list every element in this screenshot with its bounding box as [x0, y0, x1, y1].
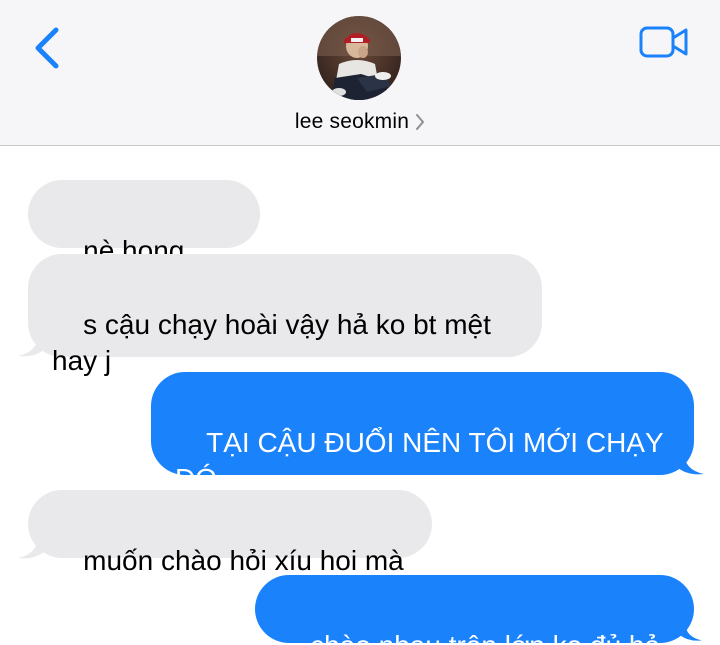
video-camera-icon — [639, 26, 688, 58]
message-text: muốn chào hỏi xíu hoi mà — [83, 545, 404, 576]
message-bubble-incoming[interactable]: s cậu chạy hoài vậy hả ko bt mệt hay j — [28, 254, 542, 376]
messages-screen: lee seokmin nè hong jisoo s cậu chạy hoà… — [0, 0, 720, 645]
message-bubble-incoming[interactable]: muốn chào hỏi xíu hoi mà — [28, 490, 432, 576]
message-text: chào nhau trên lớp ko đủ hả — [310, 630, 660, 645]
contact-avatar[interactable] — [317, 16, 401, 100]
bubble-tail — [18, 536, 46, 559]
bubble-tail — [678, 622, 702, 641]
message-bubble-outgoing[interactable]: TẠI CẬU ĐUỔI NÊN TÔI MỚI CHẠY ĐÓ — [151, 372, 694, 494]
message-bubble-incoming[interactable]: nè hong jisoo — [28, 180, 260, 302]
chevron-right-icon — [415, 113, 425, 131]
contact-info-button[interactable]: lee seokmin — [0, 110, 720, 134]
message-text: s cậu chạy hoài vậy hả ko bt mệt hay j — [52, 309, 491, 376]
chevron-left-icon — [35, 27, 59, 69]
message-text: TẠI CẬU ĐUỔI NÊN TÔI MỚI CHẠY ĐÓ — [175, 427, 664, 494]
contact-name: lee seokmin — [294, 110, 410, 133]
bubble-tail — [676, 452, 704, 475]
conversation-header: lee seokmin — [0, 0, 720, 146]
message-bubble-outgoing[interactable]: chào nhau trên lớp ko đủ hả — [255, 575, 694, 645]
video-call-button[interactable] — [636, 22, 692, 62]
bubble-tail — [18, 334, 46, 357]
avatar-photo — [317, 16, 401, 100]
back-button[interactable] — [26, 24, 66, 72]
